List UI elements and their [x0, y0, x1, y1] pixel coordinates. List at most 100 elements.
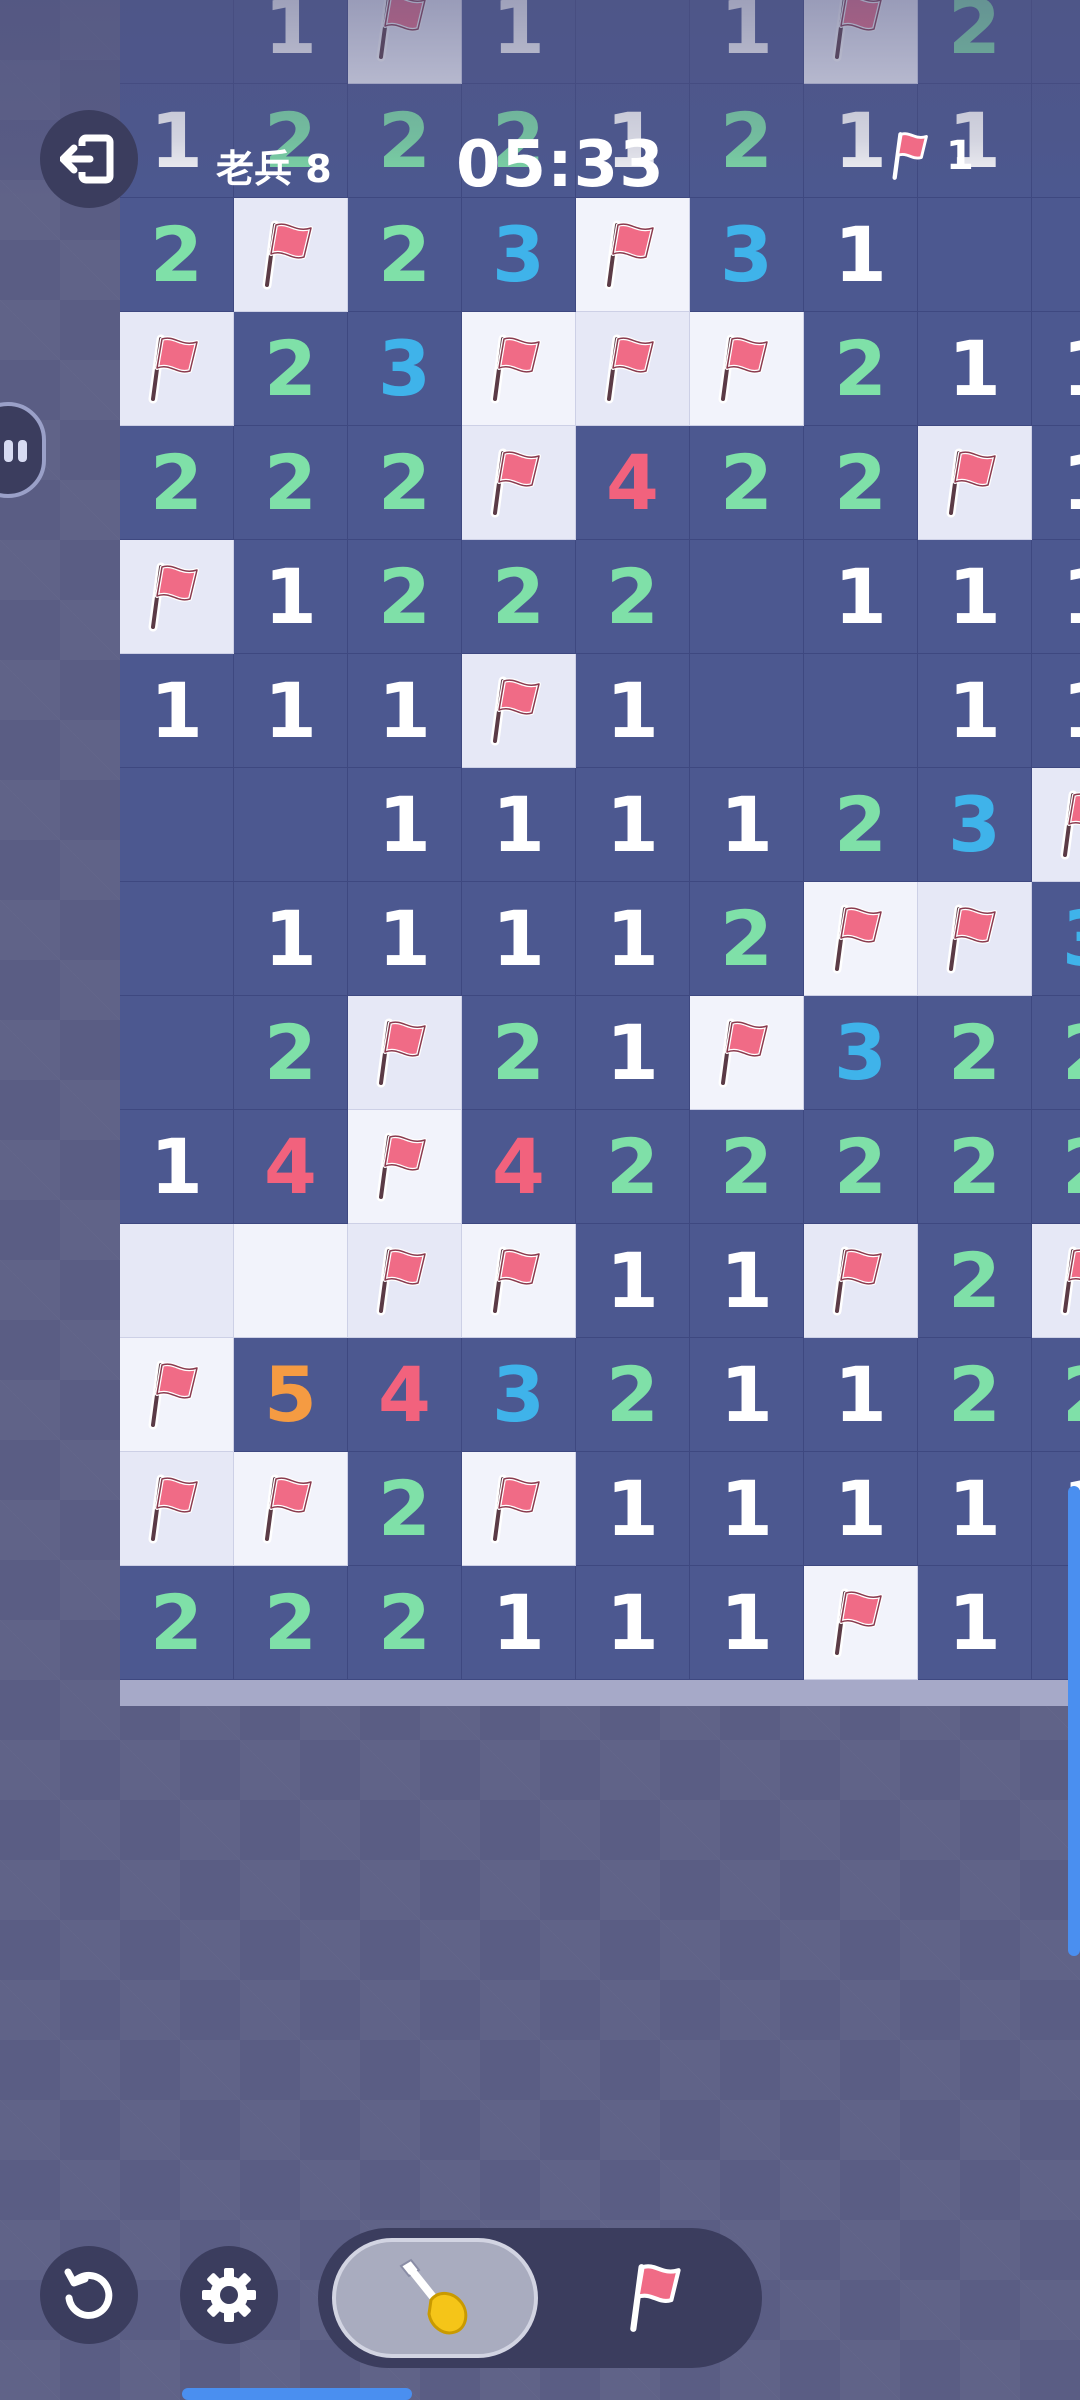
number-cell[interactable]: 2	[804, 426, 918, 540]
number-cell[interactable]: 2	[234, 426, 348, 540]
number-cell[interactable]: 2	[918, 1110, 1032, 1224]
flagged-cell[interactable]	[804, 1566, 918, 1680]
flagged-cell[interactable]	[1032, 1224, 1080, 1338]
flagged-cell[interactable]	[576, 312, 690, 426]
number-cell[interactable]: 2	[690, 882, 804, 996]
number-cell[interactable]: 2	[120, 198, 234, 312]
number-cell[interactable]: 5	[234, 1338, 348, 1452]
side-drawer-handle[interactable]	[0, 402, 46, 498]
number-cell[interactable]: 1	[918, 654, 1032, 768]
empty-cell[interactable]	[234, 768, 348, 882]
number-cell[interactable]: 1	[918, 312, 1032, 426]
hidden-cell[interactable]	[234, 1224, 348, 1338]
number-cell[interactable]: 3	[690, 198, 804, 312]
number-cell[interactable]: 1	[690, 1566, 804, 1680]
number-cell[interactable]: 1	[348, 654, 462, 768]
empty-cell[interactable]	[918, 198, 1032, 312]
number-cell[interactable]: 3	[918, 768, 1032, 882]
minesweeper-board[interactable]: 1112122212112233123211222422112221111111…	[120, 0, 1080, 1680]
number-cell[interactable]: 2	[462, 540, 576, 654]
number-cell[interactable]: 2	[918, 996, 1032, 1110]
number-cell[interactable]: 2	[348, 1452, 462, 1566]
number-cell[interactable]: 2	[690, 426, 804, 540]
empty-cell[interactable]	[804, 654, 918, 768]
number-cell[interactable]: 2	[1032, 1338, 1080, 1452]
flagged-cell[interactable]	[462, 1452, 576, 1566]
empty-cell[interactable]	[1032, 0, 1080, 84]
empty-cell[interactable]	[1032, 84, 1080, 198]
number-cell[interactable]: 1	[576, 1452, 690, 1566]
number-cell[interactable]: 1	[462, 0, 576, 84]
number-cell[interactable]: 2	[804, 1110, 918, 1224]
flagged-cell[interactable]	[918, 882, 1032, 996]
number-cell[interactable]: 3	[462, 198, 576, 312]
flagged-cell[interactable]	[234, 1452, 348, 1566]
number-cell[interactable]: 1	[120, 654, 234, 768]
empty-cell[interactable]	[690, 540, 804, 654]
number-cell[interactable]: 1	[234, 540, 348, 654]
number-cell[interactable]: 2	[234, 1566, 348, 1680]
number-cell[interactable]: 2	[348, 84, 462, 198]
number-cell[interactable]: 2	[348, 198, 462, 312]
number-cell[interactable]: 1	[234, 882, 348, 996]
dig-mode-button[interactable]	[332, 2238, 538, 2358]
number-cell[interactable]: 1	[690, 0, 804, 84]
number-cell[interactable]: 3	[804, 996, 918, 1110]
number-cell[interactable]: 2	[804, 312, 918, 426]
number-cell[interactable]: 2	[120, 1566, 234, 1680]
flagged-cell[interactable]	[462, 426, 576, 540]
flagged-cell[interactable]	[120, 1452, 234, 1566]
flagged-cell[interactable]	[234, 198, 348, 312]
number-cell[interactable]: 1	[804, 540, 918, 654]
number-cell[interactable]: 1	[690, 768, 804, 882]
number-cell[interactable]: 2	[804, 768, 918, 882]
number-cell[interactable]: 1	[690, 1452, 804, 1566]
empty-cell[interactable]	[120, 882, 234, 996]
empty-cell[interactable]	[690, 654, 804, 768]
number-cell[interactable]: 1	[690, 1338, 804, 1452]
exit-button[interactable]	[40, 110, 138, 208]
flagged-cell[interactable]	[462, 654, 576, 768]
number-cell[interactable]: 1	[918, 1452, 1032, 1566]
number-cell[interactable]: 1	[234, 0, 348, 84]
number-cell[interactable]: 1	[918, 1566, 1032, 1680]
number-cell[interactable]: 1	[1032, 426, 1080, 540]
empty-cell[interactable]	[576, 0, 690, 84]
game-board-viewport[interactable]: 1112122212112233123211222422112221111111…	[120, 0, 1080, 1710]
number-cell[interactable]: 1	[576, 882, 690, 996]
flagged-cell[interactable]	[690, 312, 804, 426]
number-cell[interactable]: 2	[348, 540, 462, 654]
flagged-cell[interactable]	[348, 1110, 462, 1224]
flagged-cell[interactable]	[576, 198, 690, 312]
number-cell[interactable]: 2	[576, 1338, 690, 1452]
number-cell[interactable]: 3	[462, 1338, 576, 1452]
number-cell[interactable]: 2	[918, 1338, 1032, 1452]
number-cell[interactable]: 2	[234, 996, 348, 1110]
flagged-cell[interactable]	[462, 312, 576, 426]
flagged-cell[interactable]	[690, 996, 804, 1110]
number-cell[interactable]: 1	[804, 1338, 918, 1452]
number-cell[interactable]: 2	[918, 0, 1032, 84]
number-cell[interactable]: 1	[690, 1224, 804, 1338]
number-cell[interactable]: 1	[1032, 312, 1080, 426]
flagged-cell[interactable]	[462, 1224, 576, 1338]
number-cell[interactable]: 1	[120, 1110, 234, 1224]
number-cell[interactable]: 2	[348, 426, 462, 540]
flagged-cell[interactable]	[804, 1224, 918, 1338]
flagged-cell[interactable]	[120, 540, 234, 654]
flagged-cell[interactable]	[120, 312, 234, 426]
mode-toggle[interactable]	[318, 2228, 762, 2368]
number-cell[interactable]: 1	[576, 654, 690, 768]
number-cell[interactable]: 2	[918, 1224, 1032, 1338]
empty-cell[interactable]	[120, 996, 234, 1110]
number-cell[interactable]: 4	[462, 1110, 576, 1224]
number-cell[interactable]: 2	[1032, 996, 1080, 1110]
number-cell[interactable]: 1	[576, 1566, 690, 1680]
flagged-cell[interactable]	[1032, 768, 1080, 882]
number-cell[interactable]: 3	[348, 312, 462, 426]
number-cell[interactable]: 2	[690, 1110, 804, 1224]
flagged-cell[interactable]	[348, 0, 462, 84]
number-cell[interactable]: 4	[348, 1338, 462, 1452]
settings-button[interactable]	[180, 2246, 278, 2344]
number-cell[interactable]: 1	[462, 768, 576, 882]
